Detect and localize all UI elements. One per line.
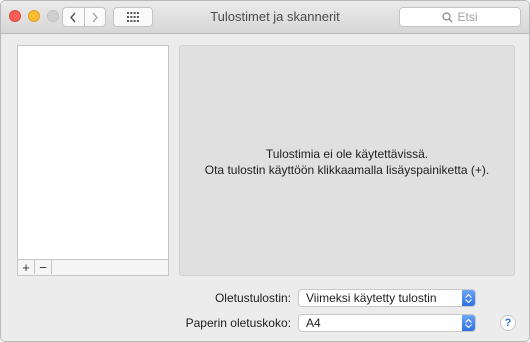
printer-detail-panel: Tulostimia ei ole käytettävissä. Ota tul… xyxy=(179,45,515,276)
no-printers-line-1: Tulostimia ei ole käytettävissä. xyxy=(265,147,429,161)
navigation-buttons xyxy=(62,7,106,27)
search-field[interactable]: Etsi xyxy=(399,7,521,27)
chevron-right-icon xyxy=(92,12,98,22)
show-all-button[interactable] xyxy=(113,7,153,27)
default-printer-label: Oletustulostin: xyxy=(214,291,291,305)
paper-size-value: A4 xyxy=(306,316,321,330)
select-arrows-icon xyxy=(462,315,475,331)
default-printer-value: Viimeksi käytetty tulostin xyxy=(306,291,437,305)
paper-size-select[interactable]: A4 xyxy=(298,314,476,332)
help-button[interactable]: ? xyxy=(500,315,516,331)
search-icon xyxy=(442,11,453,22)
no-printers-message: Tulostimia ei ole käytettävissä. Ota tul… xyxy=(180,146,514,178)
default-printer-select[interactable]: Viimeksi käytetty tulostin xyxy=(298,289,476,307)
forward-button[interactable] xyxy=(85,8,106,26)
back-button[interactable] xyxy=(63,8,85,26)
window-title: Tulostimet ja skannerit xyxy=(210,9,340,24)
remove-printer-button[interactable]: − xyxy=(35,260,52,274)
chevron-left-icon xyxy=(70,12,76,22)
search-placeholder: Etsi xyxy=(457,10,478,24)
close-button[interactable] xyxy=(9,10,21,22)
paper-size-label: Paperin oletuskoko: xyxy=(185,316,291,330)
add-printer-button[interactable]: + xyxy=(18,260,35,274)
printer-list[interactable]: + − xyxy=(17,45,169,276)
title-bar: Tulostimet ja skannerit Etsi xyxy=(1,1,529,34)
zoom-button xyxy=(47,10,59,22)
minimize-button[interactable] xyxy=(28,10,40,22)
printer-list-toolbar: + − xyxy=(18,259,168,275)
grid-icon xyxy=(127,12,139,22)
select-arrows-icon xyxy=(462,290,475,306)
printers-window: Tulostimet ja skannerit Etsi + − Tulosti… xyxy=(0,0,530,342)
no-printers-line-2: Ota tulostin käyttöön klikkaamalla lisäy… xyxy=(204,163,490,177)
